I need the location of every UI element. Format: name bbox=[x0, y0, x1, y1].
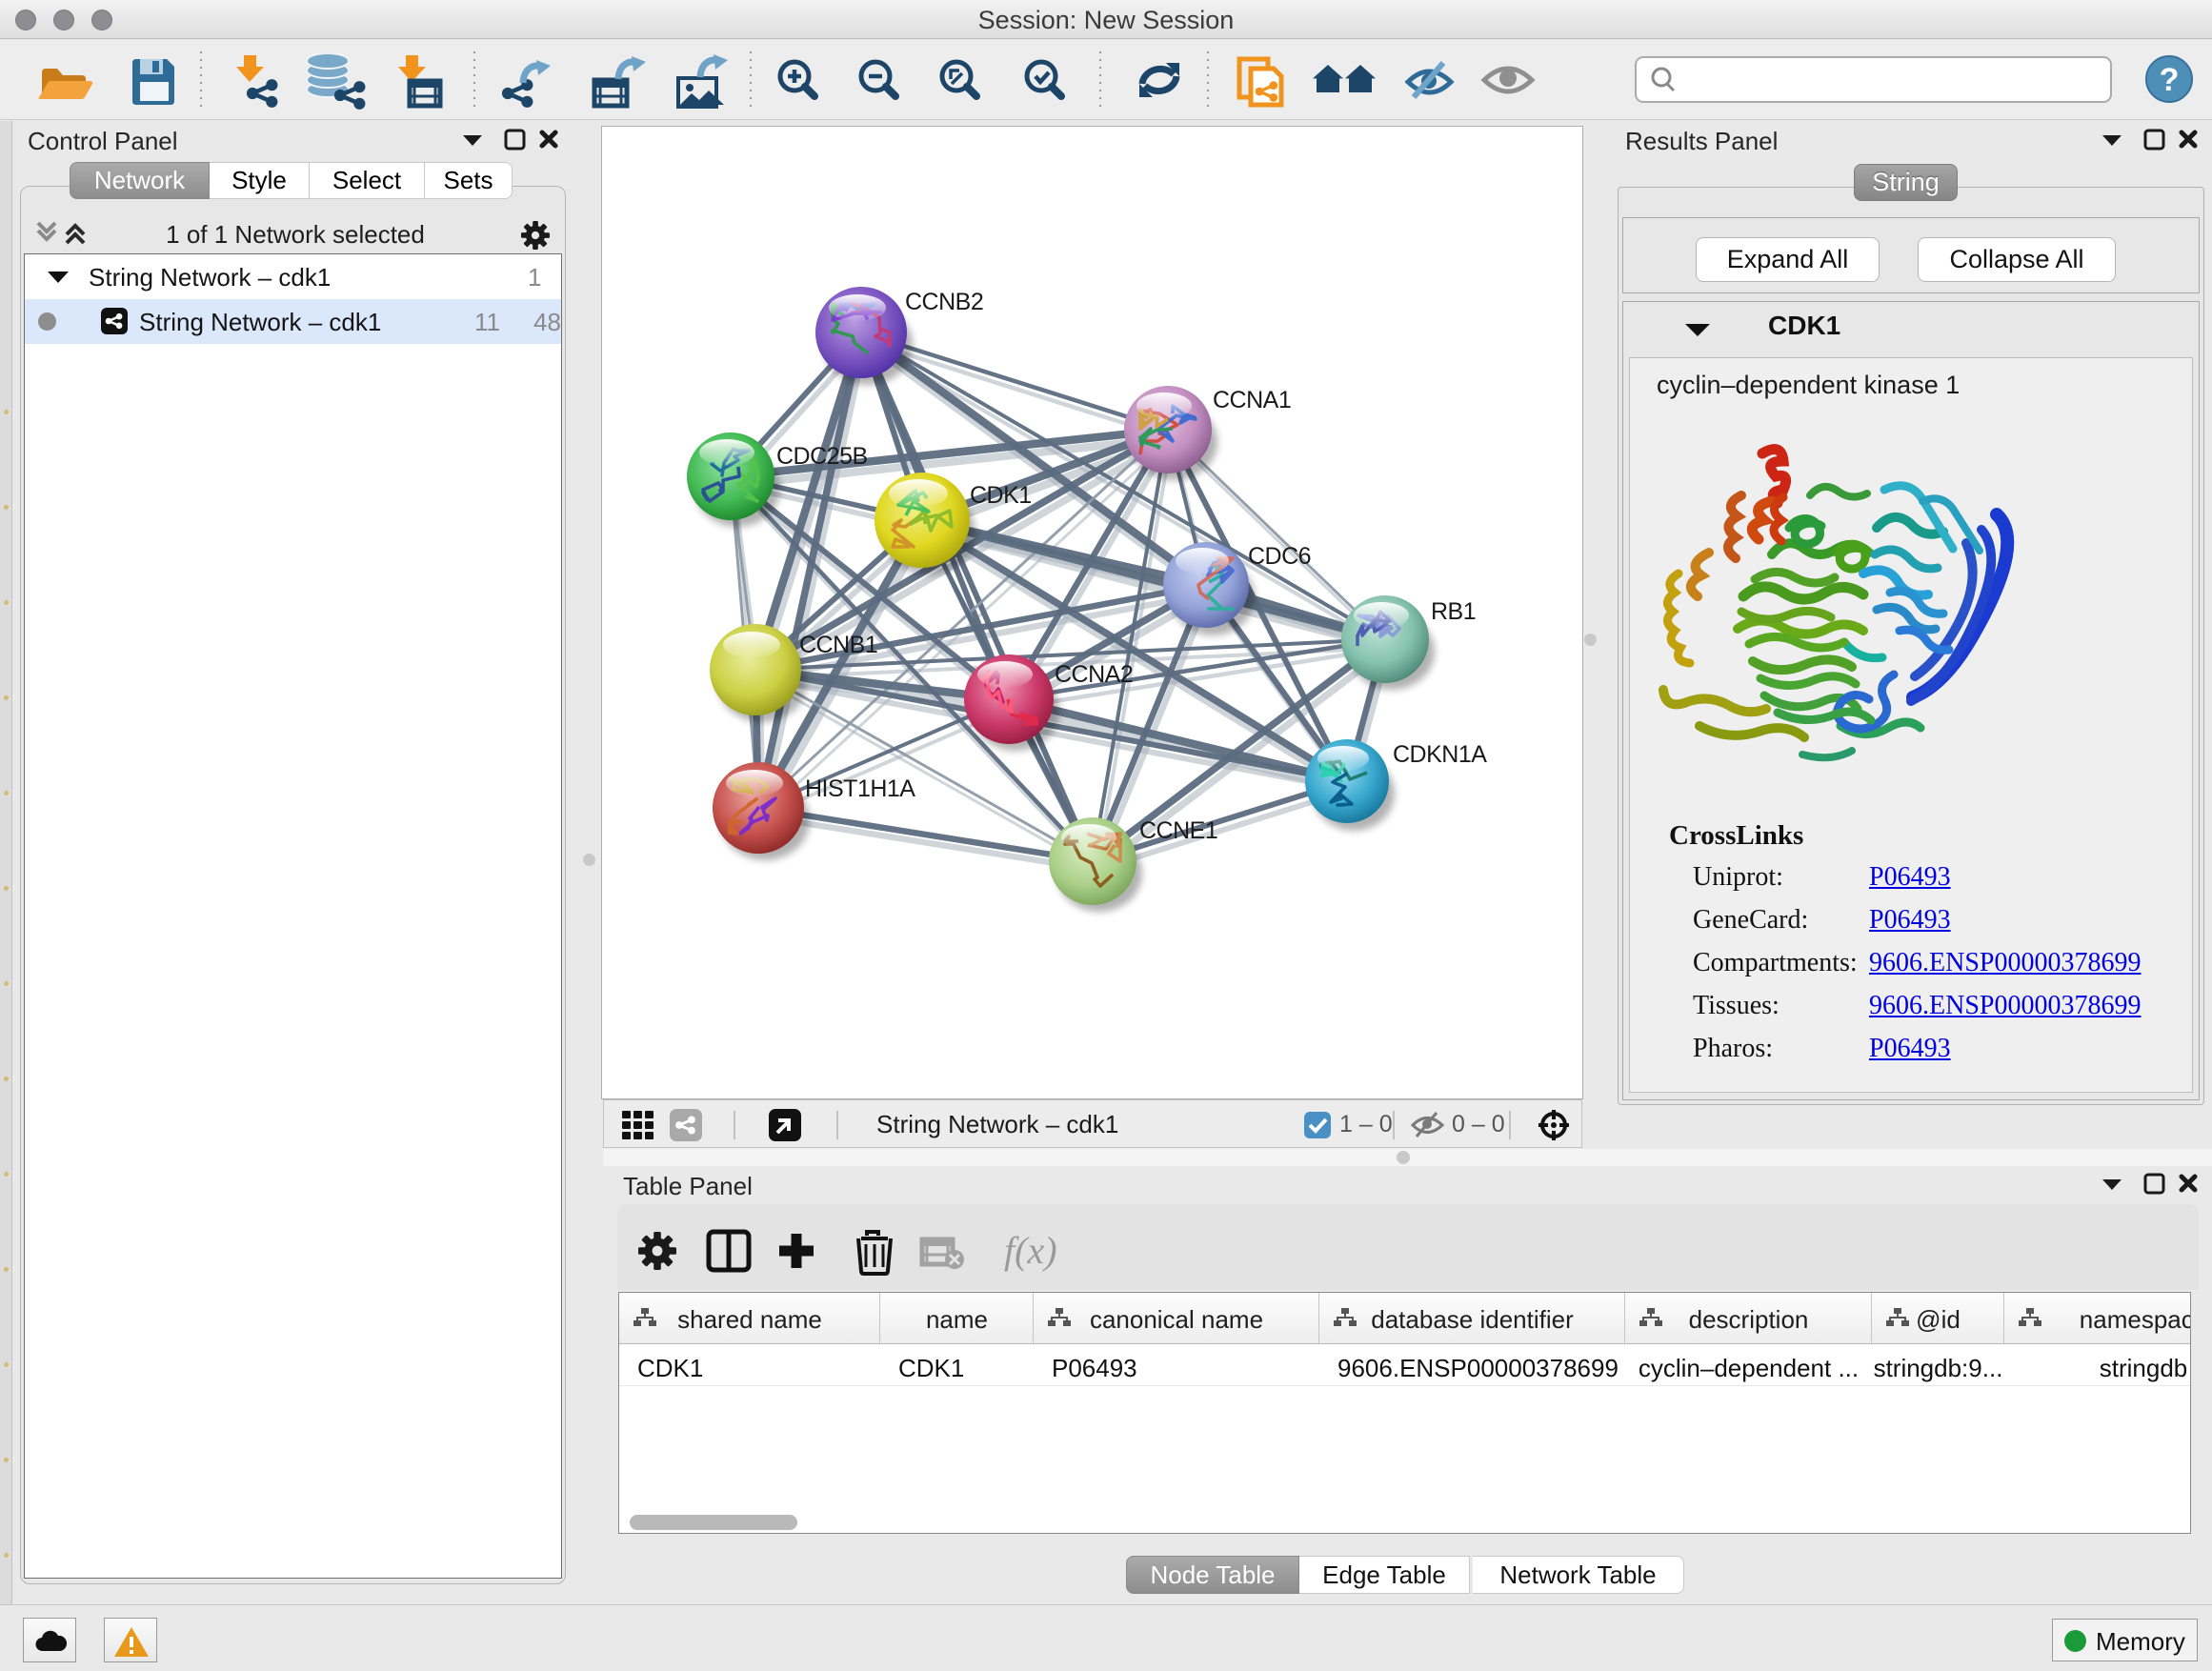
svg-text:CCNB2: CCNB2 bbox=[905, 289, 983, 315]
svg-text:HIST1H1A: HIST1H1A bbox=[805, 775, 915, 802]
svg-text:CCNB1: CCNB1 bbox=[799, 632, 877, 658]
svg-text:CCNA1: CCNA1 bbox=[1213, 387, 1291, 413]
svg-text:f(x): f(x) bbox=[1004, 1229, 1057, 1272]
svg-text:CCNE1: CCNE1 bbox=[1139, 817, 1217, 844]
svg-text:RB1: RB1 bbox=[1431, 598, 1476, 625]
svg-text:?: ? bbox=[2160, 62, 2180, 98]
svg-text:CCNA2: CCNA2 bbox=[1055, 661, 1133, 688]
svg-text:CDK1: CDK1 bbox=[970, 482, 1032, 509]
svg-text:CDC6: CDC6 bbox=[1248, 543, 1311, 570]
svg-text:CDC25B: CDC25B bbox=[776, 443, 868, 470]
svg-text:CDKN1A: CDKN1A bbox=[1393, 741, 1487, 768]
